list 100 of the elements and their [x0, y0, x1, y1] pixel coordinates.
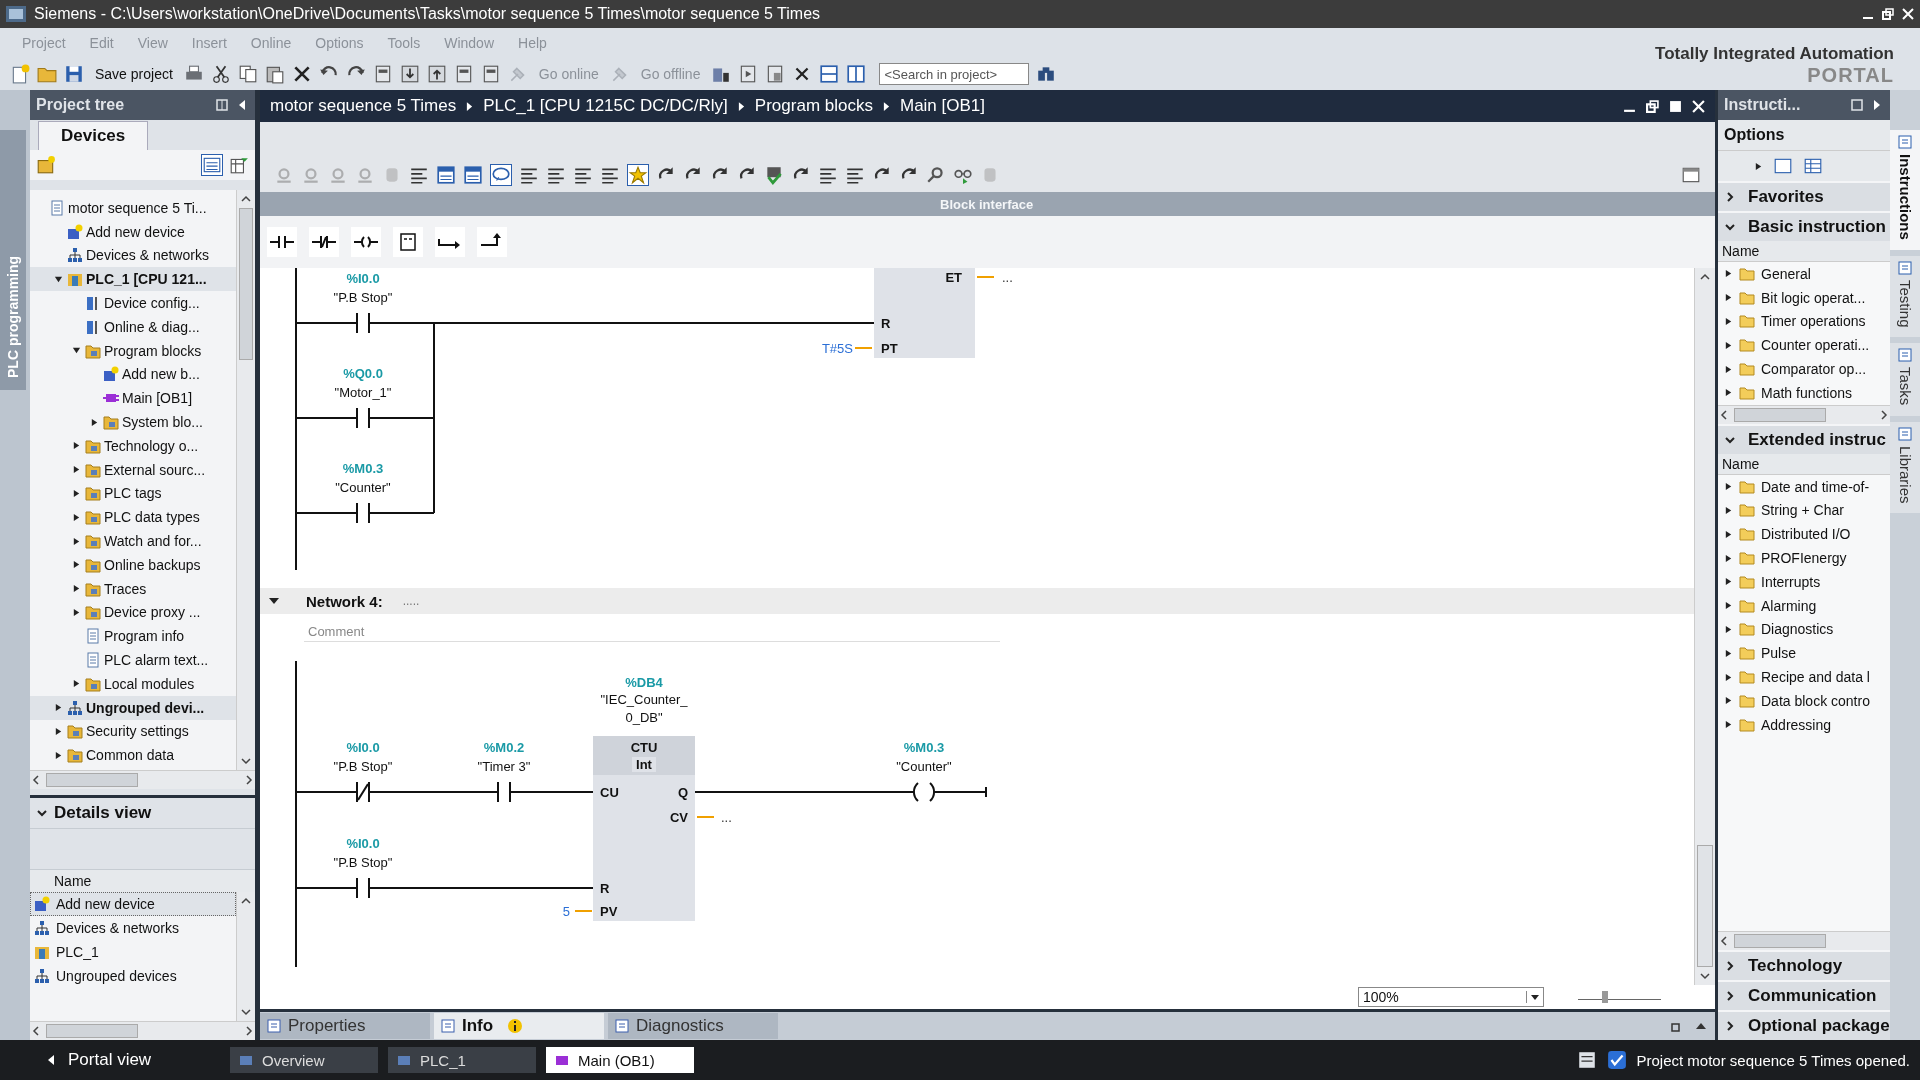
details-row[interactable]: Devices & networks: [30, 916, 236, 940]
scroll-down-icon[interactable]: [240, 755, 252, 767]
upload-icon[interactable]: [426, 64, 447, 84]
tree-item[interactable]: Security settings: [86, 723, 189, 740]
coil-symbol[interactable]: [912, 782, 936, 802]
instruction-group[interactable]: Comparator op...: [1761, 361, 1867, 378]
expand-arrow-icon[interactable]: [1754, 161, 1763, 171]
collapsed-arrow-icon[interactable]: [1724, 269, 1733, 279]
collapsed-arrow-icon[interactable]: [71, 584, 81, 594]
contact-icon[interactable]: [267, 227, 297, 257]
tree-item[interactable]: PLC tags: [104, 485, 162, 502]
tree-item[interactable]: Traces: [104, 580, 147, 597]
search-field[interactable]: <Search in project>: [879, 63, 1030, 85]
inspector-tab[interactable]: Properties: [260, 1013, 430, 1039]
scroll-left-icon[interactable]: [1718, 408, 1730, 421]
scroll-right-icon[interactable]: [243, 1025, 255, 1037]
restore-icon[interactable]: [1882, 8, 1894, 20]
collapsed-arrow-icon[interactable]: [53, 750, 63, 760]
restore-icon[interactable]: [1671, 1020, 1683, 1032]
new-file-icon[interactable]: [10, 64, 30, 84]
tree-item[interactable]: Device proxy ...: [104, 604, 201, 621]
scrollbar-thumb[interactable]: [46, 773, 138, 787]
copy-icon[interactable]: [237, 64, 258, 84]
window-icon[interactable]: [1773, 156, 1793, 176]
collapsed-arrow-icon[interactable]: [1724, 529, 1733, 539]
instruction-group[interactable]: Math functions: [1761, 384, 1853, 401]
column-header[interactable]: Name: [1722, 243, 1760, 259]
search-icon[interactable]: [926, 165, 946, 185]
tree-item[interactable]: PLC data types: [104, 509, 200, 526]
palette-header[interactable]: Technology: [1718, 950, 1890, 980]
slider-thumb[interactable]: [1602, 991, 1609, 1003]
star-icon[interactable]: [627, 164, 649, 186]
expanded-arrow-icon[interactable]: [53, 274, 63, 284]
scrollbar-thumb[interactable]: [1734, 407, 1826, 422]
network-header[interactable]: Network 4: .....: [260, 588, 1694, 614]
scroll-left-icon[interactable]: [30, 1025, 42, 1037]
tree-item[interactable]: Add new device: [86, 223, 185, 240]
empty-box-icon[interactable]: [393, 227, 423, 257]
window-icon[interactable]: [436, 165, 456, 185]
zoom-dropdown[interactable]: 100%: [1358, 987, 1544, 1007]
inspector-tab[interactable]: Info: [434, 1013, 604, 1039]
column-header[interactable]: Name: [1722, 455, 1760, 472]
panel-pin-icon[interactable]: [215, 98, 229, 112]
comment-field[interactable]: Comment: [304, 621, 1000, 642]
tree-item[interactable]: Local modules: [104, 675, 195, 692]
breadcrumb-item[interactable]: motor sequence 5 Times: [270, 96, 457, 116]
maximize-icon[interactable]: [1669, 99, 1682, 113]
comment-icon[interactable]: [490, 164, 512, 186]
devices-tab[interactable]: Devices: [38, 121, 149, 150]
collapsed-arrow-icon[interactable]: [1724, 553, 1733, 563]
tree-item[interactable]: Program blocks: [104, 342, 202, 359]
instruction-group[interactable]: Date and time-of-: [1761, 478, 1870, 495]
tree-item[interactable]: Online backups: [104, 556, 201, 573]
side-tab[interactable]: Tasks: [1890, 343, 1920, 416]
branch-close-icon[interactable]: [477, 227, 507, 257]
scrollbar-thumb[interactable]: [1697, 845, 1713, 967]
instruction-group[interactable]: Bit logic operat...: [1761, 289, 1866, 306]
close-icon[interactable]: [1692, 99, 1705, 113]
editor-tab[interactable]: Overview: [230, 1047, 378, 1073]
instruction-group[interactable]: Distributed I/O: [1761, 526, 1851, 543]
collapsed-arrow-icon[interactable]: [71, 441, 81, 451]
instruction-group[interactable]: Counter operati...: [1761, 337, 1870, 354]
collapsed-arrow-icon[interactable]: [53, 726, 63, 736]
contact-symbol[interactable]: [356, 877, 370, 899]
split-vertical-icon[interactable]: [846, 64, 867, 84]
table-export-icon[interactable]: [229, 155, 249, 175]
scrollbar-thumb[interactable]: [239, 208, 253, 360]
collapsed-arrow-icon[interactable]: [1724, 577, 1733, 587]
details-row[interactable]: Ungrouped devices: [30, 964, 236, 988]
add-device-icon[interactable]: [36, 155, 56, 175]
tree-item[interactable]: Online & diag...: [104, 318, 200, 335]
tree-item[interactable]: Main [OB1]: [122, 390, 193, 407]
collapsed-arrow-icon[interactable]: [1724, 720, 1733, 730]
scroll-down-icon[interactable]: [240, 1006, 252, 1018]
editor-tab[interactable]: Main (OB1): [546, 1047, 694, 1073]
side-tab[interactable]: Instructions: [1890, 130, 1920, 250]
collapsed-arrow-icon[interactable]: [1724, 388, 1733, 398]
tree-item[interactable]: Common data: [86, 747, 174, 764]
tree-item[interactable]: System blo...: [122, 414, 203, 431]
contact-symbol[interactable]: [356, 502, 370, 524]
expanded-arrow-icon[interactable]: [71, 346, 81, 356]
tree-item[interactable]: External sourc...: [104, 461, 206, 478]
breadcrumb-item[interactable]: PLC_1 [CPU 1215C DC/DC/Rly]: [483, 96, 728, 116]
editor-tab[interactable]: PLC_1: [388, 1047, 536, 1073]
contact-symbol[interactable]: [356, 312, 370, 334]
close-icon[interactable]: [1902, 8, 1914, 20]
scrollbar-thumb[interactable]: [1734, 934, 1826, 948]
collapsed-arrow-icon[interactable]: [1724, 505, 1733, 515]
collapsed-arrow-icon[interactable]: [71, 679, 81, 689]
instruction-group[interactable]: Diagnostics: [1761, 621, 1834, 638]
collapsed-arrow-icon[interactable]: [1724, 696, 1733, 706]
save-icon[interactable]: [64, 64, 84, 84]
collapsed-arrow-icon[interactable]: [1724, 672, 1733, 682]
collapsed-arrow-icon[interactable]: [1724, 482, 1733, 492]
closed-contact-icon[interactable]: [309, 227, 339, 257]
collapsed-arrow-icon[interactable]: [1724, 648, 1733, 658]
collapsed-arrow-icon[interactable]: [1724, 293, 1733, 303]
tree-item[interactable]: motor sequence 5 Ti...: [68, 199, 207, 216]
split-horizontal-icon[interactable]: [819, 64, 840, 84]
check-icon[interactable]: [764, 165, 784, 185]
